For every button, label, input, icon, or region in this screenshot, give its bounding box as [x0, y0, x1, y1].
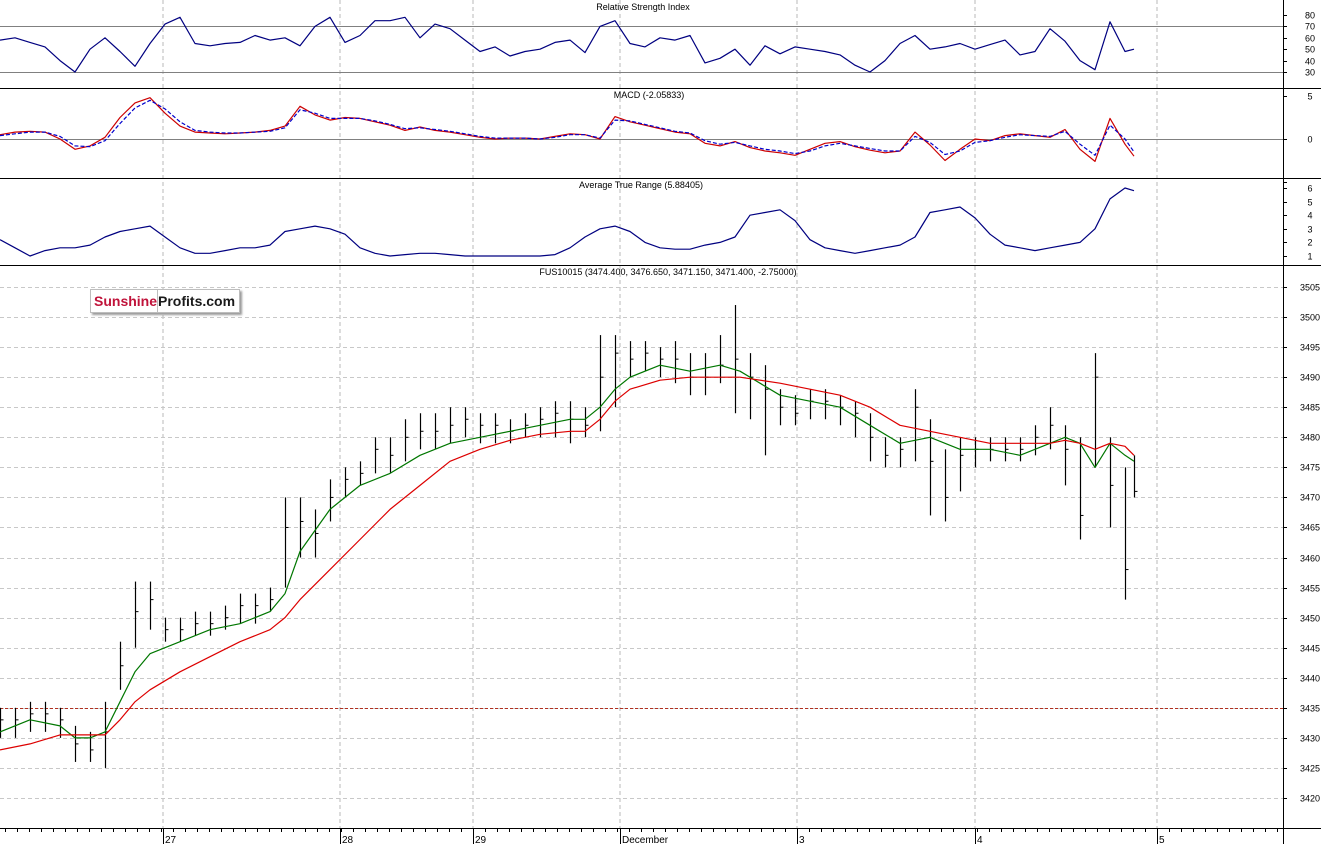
panel-frames: [0, 0, 1321, 844]
atr-ytick-label-3: 4: [1307, 211, 1312, 221]
x-tick-label-5: 4: [977, 835, 983, 844]
price-ytick-label-16: 3500: [1300, 313, 1320, 323]
x-tick-label-2: 29: [475, 835, 487, 844]
rsi-ytick-label-0: 30: [1305, 68, 1315, 78]
logo-part1: Sunshine: [94, 293, 158, 309]
sunshine-profits-logo: SunshineProfits.com: [90, 289, 240, 313]
rsi-ytick-label-4: 70: [1305, 22, 1315, 32]
price-ytick-label-15: 3495: [1300, 343, 1320, 353]
atr-ytick-label-0: 1: [1307, 252, 1312, 262]
price-ytick-label-12: 3480: [1300, 433, 1320, 443]
rsi-title: Relative Strength Index: [596, 2, 690, 12]
x-tick-label-4: 3: [799, 835, 805, 844]
price-ytick-label-13: 3485: [1300, 403, 1320, 413]
price-ytick-label-3: 3435: [1300, 704, 1320, 714]
price-ytick-label-10: 3470: [1300, 493, 1320, 503]
macd-panel: 0 5 MACD (-2.05833): [0, 90, 1313, 183]
rsi-ytick-label-5: 80: [1305, 11, 1315, 21]
chart-canvas: 3040 5060 7080 Relative Strength Index 0 5 MAC…: [0, 0, 1321, 844]
macd-ytick-label-2: 5: [1307, 92, 1312, 102]
price-ytick-label-11: 3475: [1300, 463, 1320, 473]
vertical-gridlines: [162, 0, 1158, 828]
x-axis: 27 28 29 December 3 4 5: [0, 828, 1283, 844]
atr-ytick-label-4: 5: [1307, 198, 1312, 208]
price-ytick-label-17: 3505: [1300, 283, 1320, 293]
atr-ytick-label-1: 2: [1307, 238, 1312, 248]
atr-series-line-0: [0, 187, 1135, 257]
x-tick-label-3: December: [622, 835, 669, 844]
macd-title: MACD (-2.05833): [614, 90, 685, 100]
atr-ytick-label-5: 6: [1307, 184, 1312, 194]
x-tick-label-6: 5: [1159, 835, 1165, 844]
price-panel: 3420 3425 3430 3435 3440 3445 3450 3455 3460 3465…: [0, 267, 1320, 804]
atr-panel: 1 2 3 4 5 6 Average True Range (5.88405): [0, 180, 1313, 262]
macd-ytick-label-1: 0: [1307, 135, 1312, 145]
rsi-ytick-label-3: 60: [1305, 34, 1315, 44]
price-title: FUS10015 (3474.400, 3476.650, 3471.150, …: [539, 267, 796, 277]
atr-title: Average True Range (5.88405): [579, 180, 703, 190]
rsi-ytick-label-2: 50: [1305, 45, 1315, 55]
x-tick-label-0: 27: [165, 835, 177, 844]
price-ytick-label-4: 3440: [1300, 674, 1320, 684]
price-ytick-label-8: 3460: [1300, 554, 1320, 564]
price-ohlc-bars: [0, 305, 1138, 768]
price-ytick-label-1: 3425: [1300, 764, 1320, 774]
atr-ytick-label-2: 3: [1307, 225, 1312, 235]
price-ytick-label-0: 3420: [1300, 794, 1320, 804]
macd-series-line-0: [0, 97, 1135, 162]
price-ytick-label-9: 3465: [1300, 523, 1320, 533]
price-ytick-label-7: 3455: [1300, 584, 1320, 594]
price-ytick-label-6: 3450: [1300, 614, 1320, 624]
x-tick-label-1: 28: [342, 835, 354, 844]
price-series-line-1: [0, 364, 1135, 739]
price-ytick-label-2: 3430: [1300, 734, 1320, 744]
rsi-ytick-label-1: 40: [1305, 57, 1315, 67]
price-ytick-label-5: 3445: [1300, 644, 1320, 654]
logo-part2: Profits.com: [158, 293, 236, 309]
rsi-panel: 3040 5060 7080 Relative Strength Index: [0, 2, 1315, 78]
price-series-line-2: [0, 376, 1135, 751]
price-ytick-label-14: 3490: [1300, 373, 1320, 383]
rsi-series-line-0: [0, 16, 1135, 73]
